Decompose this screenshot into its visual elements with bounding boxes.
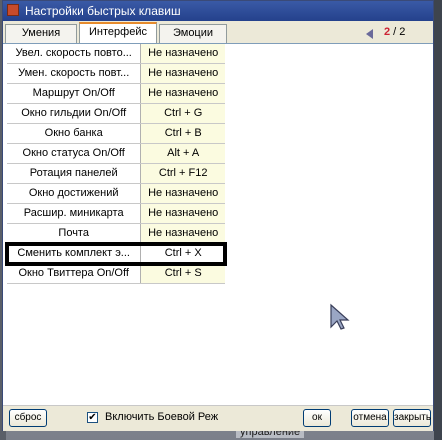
action-name: Окно статуса On/Off	[7, 144, 142, 163]
table-row[interactable]: Окно гильдии On/Off Ctrl + G	[7, 104, 225, 124]
action-name: Окно Твиттера On/Off	[7, 264, 142, 283]
action-name: Окно гильдии On/Off	[7, 104, 142, 123]
key-binding[interactable]: Ctrl + X	[141, 244, 225, 263]
table-row[interactable]: Ротация панелей Ctrl + F12	[7, 164, 225, 184]
table-row[interactable]: Умен. скорость повт... Не назначено	[7, 64, 225, 84]
key-binding[interactable]: Ctrl + G	[141, 104, 225, 123]
action-name: Ротация панелей	[7, 164, 142, 183]
key-binding[interactable]: Alt + A	[141, 144, 225, 163]
previous-page-arrow-icon[interactable]	[366, 29, 373, 39]
mouse-cursor-icon	[330, 303, 350, 330]
table-row[interactable]: Маршрут On/Off Не назначено	[7, 84, 225, 104]
window-app-icon	[7, 4, 19, 16]
window-titlebar[interactable]: Настройки быстрых клавиш	[3, 1, 433, 21]
action-name: Расшир. миникарта	[7, 204, 142, 223]
table-row-selected[interactable]: Сменить комплект э... Ctrl + X	[5, 242, 227, 266]
tab-emotions[interactable]: Эмоции	[159, 24, 227, 43]
ok-button[interactable]: ок	[303, 409, 331, 427]
action-name: Сменить комплект э...	[7, 244, 142, 263]
key-binding[interactable]: Ctrl + B	[141, 124, 225, 143]
window-title: Настройки быстрых клавиш	[25, 4, 181, 18]
action-name: Увел. скорость повто...	[7, 44, 142, 63]
window-footer: сброс ✔ Включить Боевой Реж ок отмена за…	[3, 405, 433, 431]
action-name: Умен. скорость повт...	[7, 64, 142, 83]
game-background-right-edge	[434, 0, 442, 440]
action-name: Маршрут On/Off	[7, 84, 142, 103]
tab-skills[interactable]: Умения	[5, 24, 77, 43]
tab-interface[interactable]: Интерфейс	[79, 22, 157, 43]
key-binding[interactable]: Не назначено	[141, 224, 225, 243]
close-button[interactable]: закрыть	[393, 409, 431, 427]
combat-mode-checkbox[interactable]: ✔	[87, 412, 98, 423]
action-name: Окно банка	[7, 124, 142, 143]
page-separator: /	[390, 26, 400, 38]
table-row[interactable]: Окно Твиттера On/Off Ctrl + S	[7, 264, 225, 284]
checkmark-icon: ✔	[88, 412, 97, 423]
cancel-button[interactable]: отмена	[351, 409, 389, 427]
action-name: Почта	[7, 224, 142, 243]
table-row[interactable]: Окно статуса On/Off Alt + A	[7, 144, 225, 164]
table-row[interactable]: Окно достижений Не назначено	[7, 184, 225, 204]
action-name: Окно достижений	[7, 184, 142, 203]
page-total: 2	[399, 26, 406, 38]
key-binding[interactable]: Ctrl + F12	[141, 164, 225, 183]
table-row[interactable]: Окно банка Ctrl + B	[7, 124, 225, 144]
key-binding[interactable]: Не назначено	[141, 204, 225, 223]
table-row[interactable]: Почта Не назначено	[7, 224, 225, 244]
table-row[interactable]: Расшир. миникарта Не назначено	[7, 204, 225, 224]
key-binding[interactable]: Не назначено	[141, 64, 225, 83]
tab-bar: Умения Интерфейс Эмоции 2 / 2	[3, 21, 433, 44]
reset-button[interactable]: сброс	[9, 409, 47, 427]
hotkey-table: Увел. скорость повто... Не назначено Уме…	[5, 44, 227, 284]
key-binding[interactable]: Ctrl + S	[141, 264, 225, 283]
hotkey-settings-window: Настройки быстрых клавиш Умения Интерфей…	[2, 0, 434, 431]
table-row[interactable]: Увел. скорость повто... Не назначено	[7, 44, 225, 64]
key-binding[interactable]: Не назначено	[141, 44, 225, 63]
combat-mode-label: Включить Боевой Реж	[105, 411, 219, 423]
page-indicator: 2 / 2	[384, 26, 405, 38]
key-binding[interactable]: Не назначено	[141, 184, 225, 203]
key-binding[interactable]: Не назначено	[141, 84, 225, 103]
